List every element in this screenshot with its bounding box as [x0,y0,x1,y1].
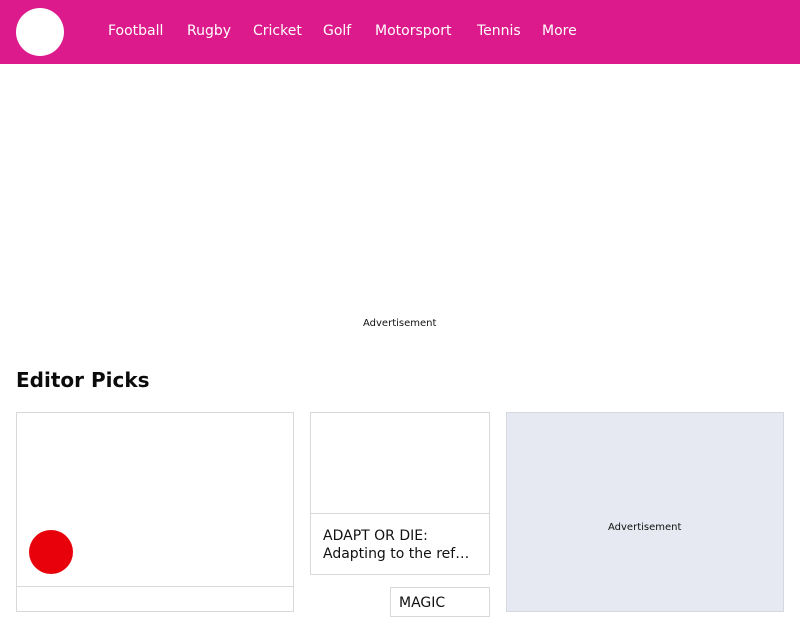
side-advertisement-label: Advertisement [608,522,682,533]
nav-tennis[interactable]: Tennis [477,22,521,40]
top-navigation-bar: Football Rugby Cricket Golf Motorsport T… [0,0,800,64]
brand-badge-icon [29,530,73,574]
side-advertisement[interactable]: Advertisement [506,412,784,612]
card-title-line: ADAPT OR DIE: [323,528,428,544]
editor-pick-card-small[interactable]: MAGIC [390,587,490,617]
card-title-line: MAGIC [399,595,446,611]
editor-picks-heading: Editor Picks [16,368,150,392]
card-divider [311,513,489,514]
nav-football[interactable]: Football [108,22,163,40]
top-advertisement-label: Advertisement [363,318,437,329]
editor-pick-card-main[interactable] [16,412,294,612]
nav-more[interactable]: More [542,22,577,40]
nav-golf[interactable]: Golf [323,22,351,40]
nav-rugby[interactable]: Rugby [187,22,231,40]
card-divider [17,586,293,587]
nav-motorsport[interactable]: Motorsport [375,22,451,40]
site-logo[interactable] [16,8,64,56]
editor-pick-card[interactable]: ADAPT OR DIE: Adapting to the ref… [310,412,490,575]
nav-cricket[interactable]: Cricket [253,22,302,40]
card-title-line: Adapting to the ref… [323,546,470,562]
